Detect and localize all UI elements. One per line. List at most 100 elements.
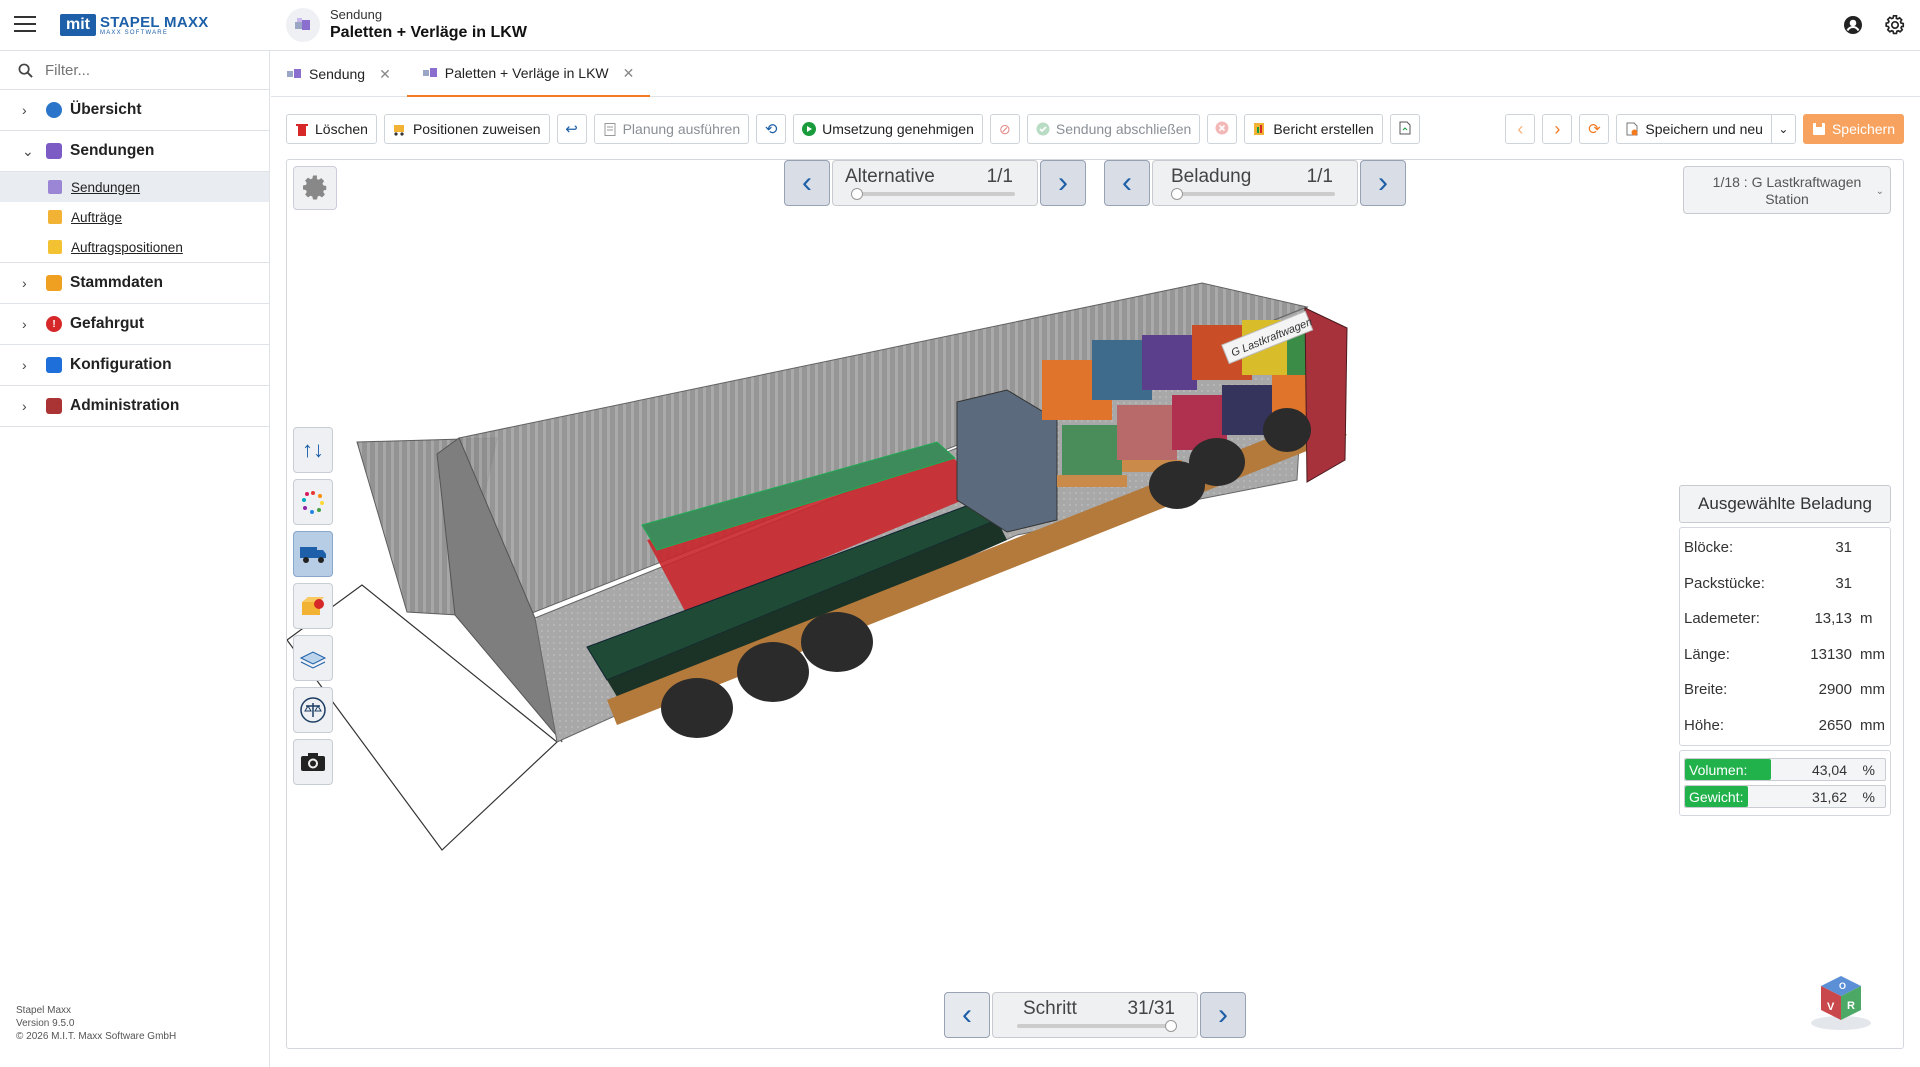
save-new-icon [1625,122,1639,136]
chevron-right-icon: › [22,316,27,332]
viewer-settings-button[interactable] [293,166,337,210]
balance-scale-icon [300,697,326,723]
alternative-slider-thumb[interactable] [851,188,863,200]
step-next-button[interactable]: › [1200,992,1246,1038]
finish-shipment-button[interactable]: Sendung abschließen [1026,114,1201,144]
search-icon [18,63,33,78]
filter-input[interactable] [45,61,245,79]
colorful-dots-icon [302,491,324,514]
chevron-right-icon: › [1218,998,1228,1031]
screenshot-tool[interactable] [293,739,333,785]
weight-balance-tool[interactable] [293,687,333,733]
close-icon[interactable]: ✕ [379,66,391,83]
stat-value: 31 [1835,539,1852,557]
assign-positions-label: Positionen zuweisen [412,121,541,137]
tab-label: Paletten + Verläge in LKW [444,65,609,81]
delete-button-label: Löschen [315,121,368,137]
sidebar-subitem-label: Sendungen [71,179,141,195]
station-select[interactable]: 1/18 : G Lastkraftwagen Station ⌄ [1683,166,1891,214]
loading-prev-button[interactable]: ‹ [1104,160,1150,206]
sidebar-subitem-orders[interactable]: Aufträge [0,202,269,232]
chevron-right-icon: › [22,357,27,373]
sidebar-item-label: Sendungen [70,142,155,159]
step-prev-button[interactable]: ‹ [944,992,990,1038]
logo-mark: mit [60,14,96,36]
play-icon [802,122,817,136]
volume-progress: Volumen: 43,04 % [1684,758,1886,781]
stat-label: Höhe: [1684,716,1725,734]
document-tabs: Sendung ✕ Paletten + Verläge in LKW ✕ [271,51,1920,97]
volume-value: 43,04 [1811,762,1847,778]
weight-unit: % [1862,789,1875,805]
wheel-1 [661,678,733,738]
logo-brand: STAPEL MAXX [100,13,209,31]
sidebar-subitem-order-positions[interactable]: Auftragspositionen [0,232,269,262]
loading-slider-thumb[interactable] [1171,188,1183,200]
stat-unit: m [1860,610,1873,628]
tab-load-plan[interactable]: Paletten + Verläge in LKW ✕ [406,51,651,97]
tab-shipment[interactable]: Sendung ✕ [271,51,407,97]
delete-button[interactable]: Löschen [286,114,377,144]
sort-direction-tool[interactable]: ↑↓ [293,427,333,473]
sidebar-item-configuration[interactable]: › Konfiguration [0,345,269,386]
step-slider-thumb[interactable] [1165,1020,1177,1032]
sidebar-item-administration[interactable]: › Administration [0,386,269,427]
shipment-icon [287,69,301,78]
sidebar-item-master-data[interactable]: › Stammdaten [0,263,269,304]
cancel-finish-button[interactable] [1207,114,1238,144]
stat-row-blocks: Blöcke: 31 [1680,530,1890,566]
chevron-down-icon: ⌄ [22,142,34,159]
previous-record-button[interactable]: ‹ [1505,114,1536,144]
wheel-2 [737,642,809,702]
alternative-slider-track [857,192,1015,196]
save-options-dropdown[interactable]: ⌄ [1771,114,1796,144]
menu-icon[interactable] [14,16,36,34]
export-button[interactable] [1389,114,1420,144]
document-title-block: Sendung Paletten + Verläge in LKW [330,7,527,42]
sidebar-item-shipments[interactable]: ⌄ Sendungen [0,131,269,172]
truck-view-tool[interactable] [293,531,333,577]
reset-button[interactable]: ⟲ [756,114,787,144]
next-record-button[interactable]: › [1542,114,1573,144]
alternative-value: 1/1 [986,166,1013,187]
view-cube-icon: O V R [1811,976,1871,1030]
package-tool[interactable] [293,583,333,629]
utilization-bars: Volumen: 43,04 % Gewicht: 31,62 % [1679,750,1891,816]
assign-positions-button[interactable]: Positionen zuweisen [383,114,550,144]
approve-button[interactable]: Umsetzung genehmigen [793,114,983,144]
run-planning-label: Planung ausführen [622,121,741,137]
save-and-new-button[interactable]: Speichern und neu [1616,114,1772,144]
selected-load-title-button[interactable]: Ausgewählte Beladung [1679,485,1891,523]
user-account-icon[interactable] [1840,12,1866,38]
sidebar-subitem-shipments[interactable]: Sendungen [0,172,269,202]
create-report-button[interactable]: Bericht erstellen [1244,114,1383,144]
load-viewer-3d[interactable]: G Lastkraftwagen ‹ Alternative 1/1 › ‹ B… [286,159,1904,1049]
sidebar-item-dangerous-goods[interactable]: › ! Gefahrgut [0,304,269,345]
color-dots-tool[interactable] [293,479,333,525]
undo-button[interactable]: ↩ [556,114,587,144]
loading-display[interactable]: Beladung 1/1 [1152,160,1358,206]
alternative-prev-button[interactable]: ‹ [784,160,830,206]
orientation-cube[interactable]: O V R [1809,968,1873,1032]
chevron-right-icon: › [1058,166,1068,199]
loading-slider-track [1177,192,1335,196]
step-display[interactable]: Schritt 31/31 [992,992,1198,1038]
truck-cab [1304,307,1348,483]
sidebar-subitem-label: Aufträge [71,209,123,225]
sidebar-item-overview[interactable]: › Übersicht [0,90,269,131]
close-icon[interactable]: ✕ [623,65,635,82]
loading-next-button[interactable]: › [1360,160,1406,206]
station-line-1: 1/18 : G Lastkraftwagen [1712,174,1862,190]
alternative-next-button[interactable]: › [1040,160,1086,206]
run-planning-button[interactable]: Planung ausführen [593,114,750,144]
save-button[interactable]: Speichern [1802,114,1904,144]
cancel-approval-button[interactable]: ⊘ [989,114,1020,144]
layers-tool[interactable] [293,635,333,681]
refresh-button[interactable]: ⟳ [1579,114,1610,144]
wheel-5 [1189,438,1245,486]
app-version: Version 9.5.0 [16,1018,75,1029]
alternative-display[interactable]: Alternative 1/1 [832,160,1038,206]
settings-gear-icon[interactable] [1882,12,1908,38]
app-logo[interactable]: mit STAPEL MAXX MAXX SOFTWARE [60,12,209,38]
loading-stepper: ‹ Beladung 1/1 › [1104,160,1406,206]
